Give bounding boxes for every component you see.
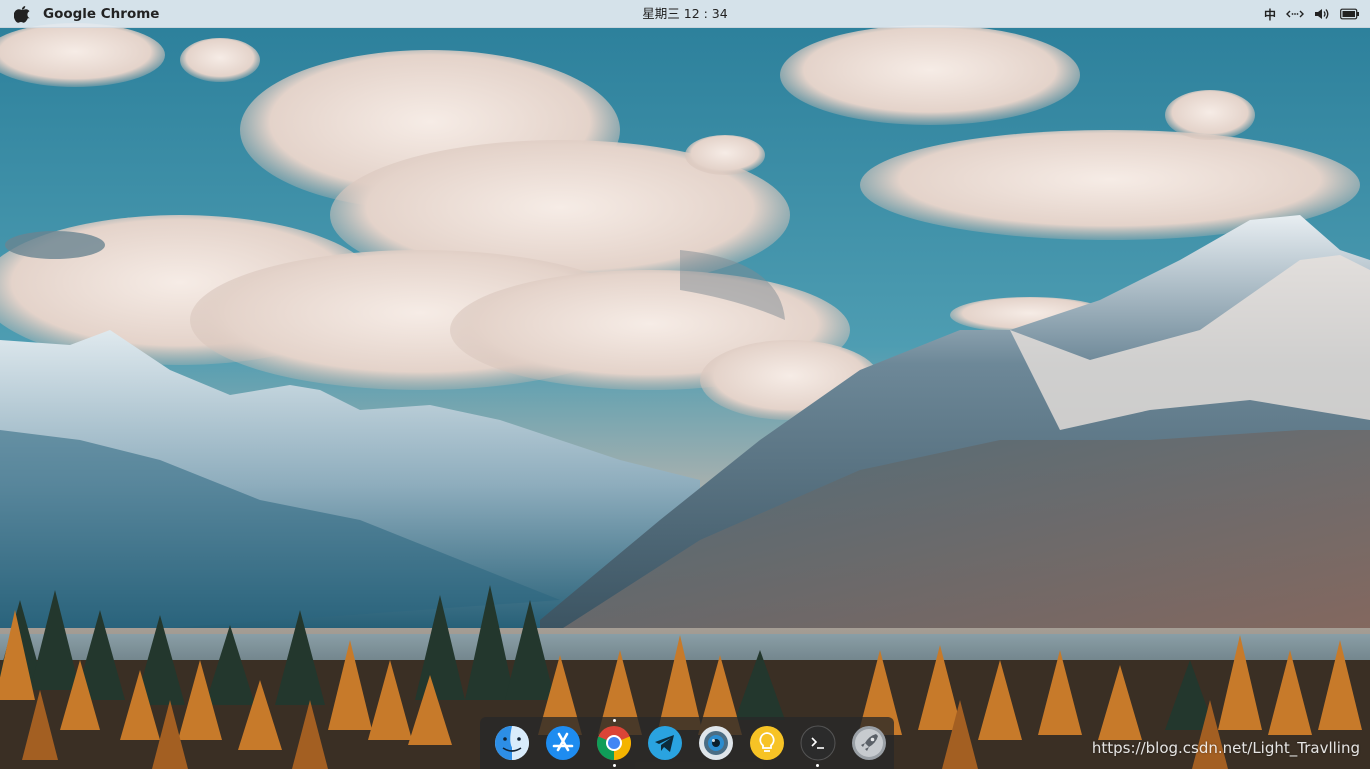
clock-container: 星期三 12 : 34 — [0, 0, 1370, 28]
clock[interactable]: 星期三 12 : 34 — [642, 6, 727, 21]
dock-item-ideas[interactable] — [741, 717, 792, 769]
dock-item-telegram[interactable] — [640, 717, 691, 769]
dock-item-finder[interactable] — [487, 717, 538, 769]
running-indicator-top — [612, 719, 616, 722]
dock — [480, 717, 894, 769]
app-store-icon — [546, 726, 581, 760]
dock-item-chrome[interactable] — [589, 717, 640, 769]
dock-item-launchpad[interactable] — [843, 717, 894, 769]
top-menu-bar: Google Chrome 星期三 12 : 34 中 — [0, 0, 1370, 28]
dock-item-app-store[interactable] — [538, 717, 589, 769]
running-indicator — [816, 764, 820, 767]
volume-icon[interactable] — [1314, 8, 1330, 20]
dock-item-camera[interactable] — [691, 717, 742, 769]
telegram-icon — [648, 726, 683, 760]
chrome-icon — [597, 726, 632, 760]
watermark-text: https://blog.csdn.net/Light_Travlling — [1091, 739, 1360, 757]
camera-icon — [698, 726, 733, 760]
active-app-menu[interactable]: Google Chrome — [43, 6, 159, 22]
input-method-indicator[interactable]: 中 — [1264, 6, 1276, 23]
status-area: 中 — [1264, 0, 1360, 28]
dock-item-terminal[interactable] — [792, 717, 843, 769]
apple-icon[interactable] — [14, 5, 30, 23]
desktop-wallpaper — [0, 0, 1370, 769]
running-indicator — [612, 764, 616, 767]
battery-icon[interactable] — [1340, 8, 1360, 20]
launchpad-icon — [851, 726, 886, 760]
network-icon[interactable] — [1286, 8, 1304, 20]
terminal-icon — [800, 725, 836, 761]
finder-icon — [495, 726, 530, 760]
lightbulb-icon — [749, 726, 784, 760]
